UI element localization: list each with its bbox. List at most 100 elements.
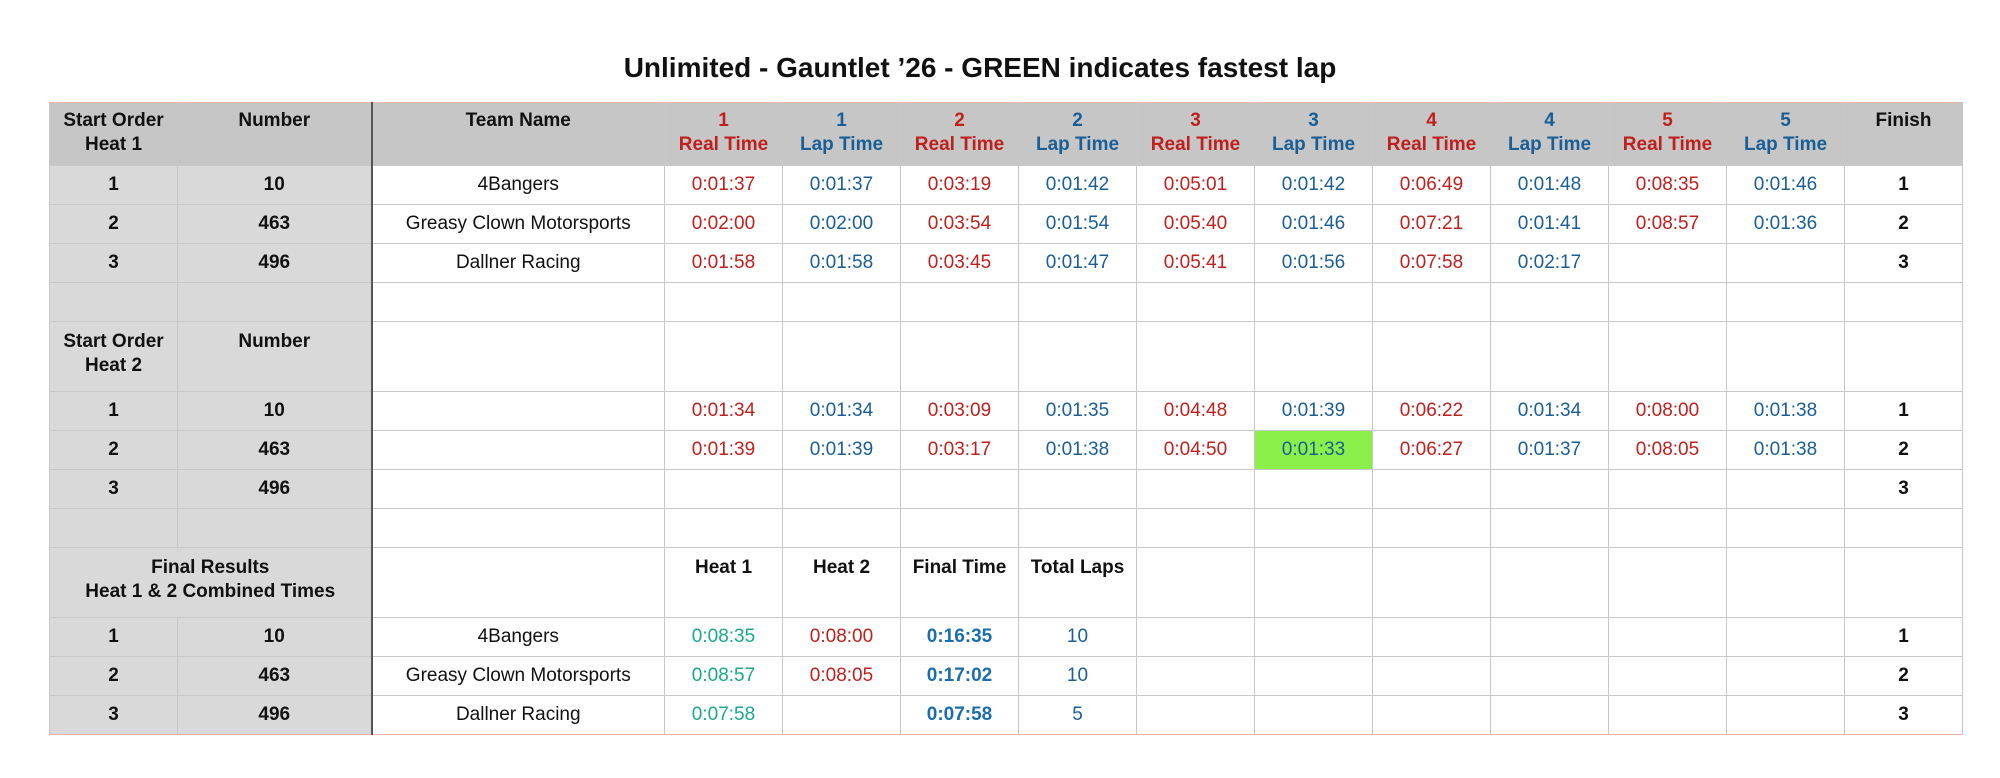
lap-time: 0:02:00 [782, 204, 901, 244]
lap-time [782, 469, 901, 509]
final-time-header: Final Time [900, 547, 1019, 618]
real-time [900, 469, 1019, 509]
lap-time: 0:01:48 [1490, 165, 1609, 205]
lap-time: 0:01:36 [1726, 204, 1845, 244]
real-time: 0:07:58 [1372, 243, 1491, 283]
lap-time: 0:01:54 [1018, 204, 1137, 244]
lap-time: 0:01:41 [1490, 204, 1609, 244]
lap-time [1490, 469, 1609, 509]
total-laps: 5 [1018, 695, 1137, 735]
total-laps-header: Total Laps [1018, 547, 1137, 618]
lap-header: 4 Real Time [1372, 102, 1491, 166]
car-number: 496 [177, 243, 372, 283]
page-title: Unlimited - Gauntlet ’26 - GREEN indicat… [623, 52, 1337, 83]
lap-time: 0:02:17 [1490, 243, 1609, 283]
real-time: 0:04:48 [1136, 391, 1255, 431]
finish-position: 1 [1844, 617, 1963, 657]
lap-time: 0:01:46 [1726, 165, 1845, 205]
heat2-total [782, 695, 901, 735]
finish-position: 3 [1844, 695, 1963, 735]
car-number: 10 [177, 617, 372, 657]
start-position: 3 [49, 469, 178, 509]
start-position: 3 [49, 243, 178, 283]
team-name: Dallner Racing [370, 243, 665, 283]
lap-time: 0:01:39 [782, 430, 901, 470]
lap-time: 0:01:35 [1018, 391, 1137, 431]
heat2-header: Heat 2 [782, 547, 901, 618]
finish-position: 3 [1844, 243, 1963, 283]
real-time: 0:03:09 [900, 391, 1019, 431]
team-name: 4Bangers [370, 617, 665, 657]
table-row: 1 10 4Bangers 0:01:37 0:01:37 0:03:19 0:… [49, 165, 1963, 205]
team-name [370, 430, 665, 470]
real-time: 0:01:37 [664, 165, 783, 205]
lap-header: 5 Lap Time [1726, 102, 1845, 166]
final-results-header-row: Final Results Heat 1 & 2 Combined Times H… [49, 547, 1963, 618]
lap-time [1254, 469, 1373, 509]
spacer-row [49, 282, 1963, 322]
heat2-header-row: Start Order Heat 2 Number [49, 321, 1963, 392]
team-name: Greasy Clown Motorsports [370, 656, 665, 696]
real-time [1372, 469, 1491, 509]
heat2-total: 0:08:00 [782, 617, 901, 657]
car-number: 10 [177, 165, 372, 205]
table-row: 2 463 Greasy Clown Motorsports 0:02:00 0… [49, 204, 1963, 244]
header-row: Start Order Heat 1 Number Team Name 1 Real… [49, 102, 1963, 166]
finish-header: Finish [1844, 102, 1963, 166]
finish-position: 3 [1844, 469, 1963, 509]
lap-time: 0:01:47 [1018, 243, 1137, 283]
lap-time: 0:01:38 [1726, 391, 1845, 431]
real-time: 0:04:50 [1136, 430, 1255, 470]
total-laps: 10 [1018, 617, 1137, 657]
lap-time: 0:01:37 [1490, 430, 1609, 470]
heat1-total: 0:07:58 [664, 695, 783, 735]
number-header: Number [177, 102, 372, 166]
real-time: 0:06:27 [1372, 430, 1491, 470]
car-number: 463 [177, 430, 372, 470]
lap-time: 0:01:38 [1018, 430, 1137, 470]
real-time: 0:03:45 [900, 243, 1019, 283]
team-name: Dallner Racing [370, 695, 665, 735]
heat2-total: 0:08:05 [782, 656, 901, 696]
start-position: 1 [49, 391, 178, 431]
total-laps: 10 [1018, 656, 1137, 696]
start-position: 1 [49, 617, 178, 657]
lap-time [1726, 469, 1845, 509]
team-name [370, 469, 665, 509]
table-row: 3 496 Dallner Racing 0:07:58 0:07:58 5 3 [49, 695, 1963, 735]
team-name: 4Bangers [370, 165, 665, 205]
final-time: 0:07:58 [900, 695, 1019, 735]
car-number: 463 [177, 204, 372, 244]
car-number: 496 [177, 469, 372, 509]
results-table: Start Order Heat 1 Number Team Name 1 Real… [49, 102, 1963, 735]
final-time: 0:16:35 [900, 617, 1019, 657]
real-time [1608, 243, 1727, 283]
lap-time: 0:01:42 [1018, 165, 1137, 205]
table-row: 2 463 Greasy Clown Motorsports 0:08:57 0… [49, 656, 1963, 696]
start-position: 2 [49, 656, 178, 696]
real-time [664, 469, 783, 509]
lap-header: 3 Real Time [1136, 102, 1255, 166]
car-number: 10 [177, 391, 372, 431]
finish-position: 1 [1844, 165, 1963, 205]
start-order-heat2-header: Start Order Heat 2 [49, 321, 178, 392]
start-position: 2 [49, 204, 178, 244]
lap-header: 3 Lap Time [1254, 102, 1373, 166]
car-number: 463 [177, 656, 372, 696]
finish-position: 1 [1844, 391, 1963, 431]
real-time: 0:08:57 [1608, 204, 1727, 244]
real-time: 0:08:35 [1608, 165, 1727, 205]
lap-time: 0:01:46 [1254, 204, 1373, 244]
lap-time: 0:01:58 [782, 243, 901, 283]
car-number: 496 [177, 695, 372, 735]
table-row: 3 496 Dallner Racing 0:01:58 0:01:58 0:0… [49, 243, 1963, 283]
lap-header: 1 Lap Time [782, 102, 901, 166]
finish-position: 2 [1844, 430, 1963, 470]
lap-header: 2 Lap Time [1018, 102, 1137, 166]
team-name [370, 391, 665, 431]
real-time: 0:08:00 [1608, 391, 1727, 431]
team-name-header: Team Name [370, 102, 665, 166]
real-time: 0:03:54 [900, 204, 1019, 244]
table-row: 3 496 3 [49, 469, 1963, 509]
real-time: 0:08:05 [1608, 430, 1727, 470]
